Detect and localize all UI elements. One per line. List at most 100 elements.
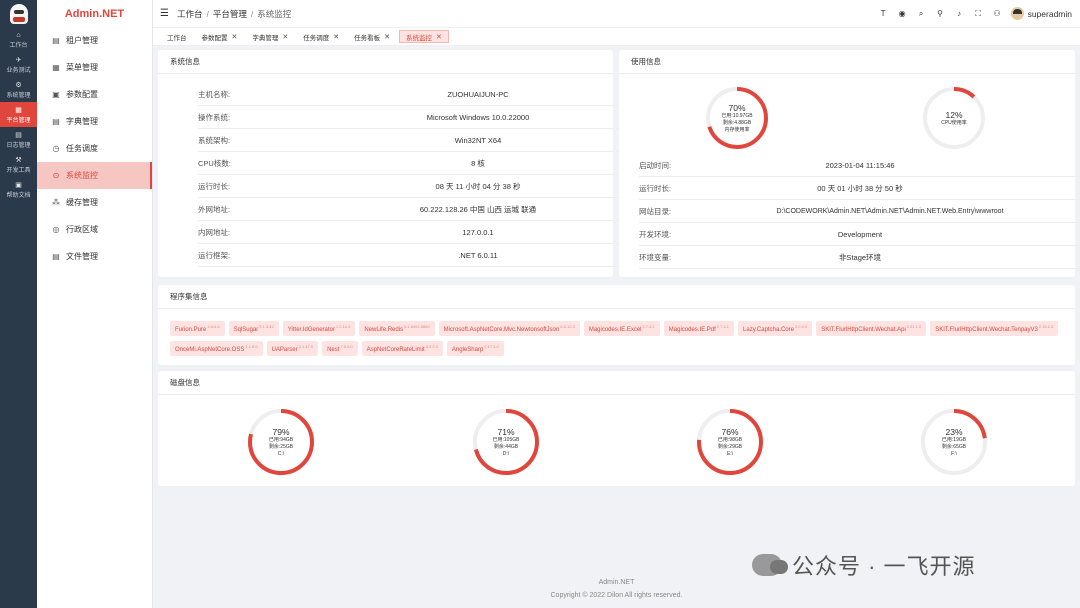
sidebar-item-label: 文件管理	[66, 252, 98, 261]
rail-item[interactable]: ✈ 业务测试	[0, 52, 37, 77]
app-logo[interactable]	[0, 0, 37, 27]
assembly-version: 7.0.0.0	[340, 344, 353, 349]
close-icon[interactable]: ✕	[384, 33, 390, 41]
disk-percent: 79%	[272, 426, 290, 437]
rail-item-label: 系统管理	[6, 92, 31, 99]
close-icon[interactable]: ✕	[333, 33, 339, 41]
tab-item[interactable]: 系统监控 ✕	[399, 30, 449, 43]
assembly-tag: Microsoft.AspNetCore.Mvc.NewtonsoftJson6…	[438, 321, 580, 336]
disk-free: 剩余:44GB	[493, 443, 519, 450]
cpu-caption: CPU使用率	[941, 119, 967, 126]
rail-item[interactable]: ▦ 平台管理	[0, 102, 37, 127]
assembly-version: 5.1.3.42	[259, 324, 274, 329]
sidebar-item[interactable]: ▦ 菜单管理	[37, 54, 152, 81]
sidebar-item-label: 租户管理	[66, 36, 98, 45]
assembly-tag: Nest7.0.0.0	[322, 341, 358, 356]
tab-item[interactable]: 工作台	[161, 30, 193, 43]
tab-label: 任务看板	[354, 34, 381, 42]
row-key: 内网地址:	[198, 227, 231, 237]
assembly-tag: Yitter.IdGenerator1.0.14.0	[282, 321, 356, 336]
sidebar-item[interactable]: ⊙ 系统监控	[37, 162, 152, 189]
sidebar-item-label: 缓存管理	[66, 198, 98, 207]
rail-item[interactable]: ⚙ 系统管理	[0, 77, 37, 102]
system-info-card: 系统信息 主机名称: ZUOHUAIJUN-PC 操作系统: Microsoft Wi…	[158, 50, 758, 277]
target-icon[interactable]: ◉	[893, 9, 912, 18]
assembly-name: Lazy.Captcha.Core	[743, 327, 794, 333]
close-icon[interactable]: ✕	[232, 33, 238, 41]
tab-item[interactable]: 任务调度 ✕	[297, 30, 345, 43]
search-icon[interactable]: ⌕	[912, 9, 931, 19]
username[interactable]: superadmin	[1028, 9, 1072, 19]
home-icon: ⌂	[16, 31, 21, 39]
fullscreen-icon[interactable]: ⛶	[969, 9, 988, 19]
close-icon[interactable]: ✕	[436, 33, 442, 41]
row-key: 运行时长:	[639, 183, 672, 193]
shirt-icon[interactable]: ⚲	[931, 9, 950, 18]
footer-copyright: Copyright © 2022 Dilon All rights reserv…	[550, 592, 683, 599]
tool-icon: ⚒	[15, 156, 22, 164]
assembly-version: 3.1.47.0	[298, 344, 314, 349]
assembly-tag: UAParser3.1.47.0	[266, 341, 319, 356]
cache-icon: ⁂	[52, 198, 60, 207]
row-value: Development	[837, 229, 883, 239]
sidebar-item-label: 行政区域	[66, 225, 98, 234]
sidebar-item[interactable]: ◎ 行政区域	[37, 216, 152, 243]
sidebar-item[interactable]: ▤ 字典管理	[37, 108, 152, 135]
table-row: 运行时长: 00 天 01 小时 38 分 50 秒	[639, 177, 1080, 200]
sidebar-item[interactable]: ▤ 租户管理	[37, 27, 152, 54]
gear-icon: ⚙	[15, 81, 22, 89]
breadcrumb-item[interactable]: 工作台	[177, 8, 203, 20]
sidebar-item[interactable]: ▤ 文件管理	[37, 243, 152, 270]
sidebar-item[interactable]: ⁂ 缓存管理	[37, 189, 152, 216]
assembly-name: Nest	[327, 347, 340, 353]
table-row: 启动时间: 2023-01-04 11:15:46	[639, 154, 1080, 177]
row-key: 运行框架:	[198, 250, 231, 260]
assembly-name: AspNetCoreRateLimit	[366, 347, 425, 353]
bell-icon[interactable]: ♪	[950, 9, 969, 18]
rail-item-label: 平台管理	[6, 117, 31, 124]
rail-item[interactable]: ⚒ 开发工具	[0, 152, 37, 177]
rail-item[interactable]: ▤ 日志管理	[0, 127, 37, 152]
tab-label: 任务调度	[303, 34, 330, 42]
assembly-tag-list: Furion.Pure4.8.4.5SqlSugar5.1.3.42Yitter…	[170, 321, 1070, 361]
user-icon[interactable]: ⚇	[988, 9, 1007, 18]
row-key: 网站目录:	[639, 206, 672, 216]
assembly-version: 2.7.4.1	[642, 324, 655, 329]
font-size-icon[interactable]: T	[874, 9, 893, 18]
memory-caption: 内存使用率	[724, 126, 750, 133]
breadcrumb-item[interactable]: 平台管理	[213, 8, 247, 20]
disk-gauge-text: 71% 已用:105GB 剩余:44GB D:\	[471, 407, 541, 477]
disk-drive: E:\	[726, 450, 734, 457]
table-row: 网站目录: D:\CODEWORK\Admin.NET\Admin.NET\Adm…	[639, 200, 1080, 223]
rail-item-label: 日志管理	[6, 142, 31, 149]
close-icon[interactable]: ✕	[282, 33, 288, 41]
assembly-tag: OnceMi.AspNetCore.OSS1.1.9.0	[170, 341, 263, 356]
assembly-name: AngleSharp	[451, 347, 484, 353]
menu-toggle-icon[interactable]: ☰	[160, 8, 172, 19]
row-key: 外网地址:	[198, 204, 231, 214]
header-actions: T ◉ ⌕ ⚲ ♪ ⛶ ⚇ superadmin	[874, 7, 1080, 20]
assembly-tag: Magicodes.IE.Excel2.7.4.1	[583, 321, 660, 336]
rail-item[interactable]: ⌂ 工作台	[0, 27, 37, 52]
wechat-icon	[752, 554, 788, 576]
assembly-tag: NewLife.Redis5.1.8491.5869	[359, 321, 435, 336]
memory-free: 剩余:4.88GB	[722, 119, 752, 126]
disk-used: 已用:105GB	[492, 436, 520, 443]
disk-drive: F:\	[951, 450, 957, 457]
sidebar-item[interactable]: ▣ 参数配置	[37, 81, 152, 108]
schedule-icon: ◷	[52, 144, 60, 153]
tab-item[interactable]: 参数配置 ✕	[196, 30, 244, 43]
assembly-name: SKIT.FlurlHttpClient.Wechat.TenpayV3	[935, 327, 1038, 333]
document-icon: ▤	[15, 131, 22, 139]
rail-item[interactable]: ▣ 帮助文档	[0, 177, 37, 202]
assembly-name: Yitter.IdGenerator	[287, 327, 335, 333]
disk-drive: C:\	[277, 450, 285, 457]
tenant-icon: ▤	[52, 36, 60, 45]
sidebar-item[interactable]: ◷ 任务调度	[37, 135, 152, 162]
watermark-text: 公众号 · 一飞开源	[792, 554, 976, 579]
tab-item[interactable]: 任务看板 ✕	[348, 30, 396, 43]
tab-item[interactable]: 字典管理 ✕	[246, 30, 294, 43]
avatar[interactable]	[1010, 7, 1024, 20]
sidebar-item-label: 任务调度	[66, 144, 98, 153]
assembly-version: 2.21.1.0	[906, 324, 922, 329]
